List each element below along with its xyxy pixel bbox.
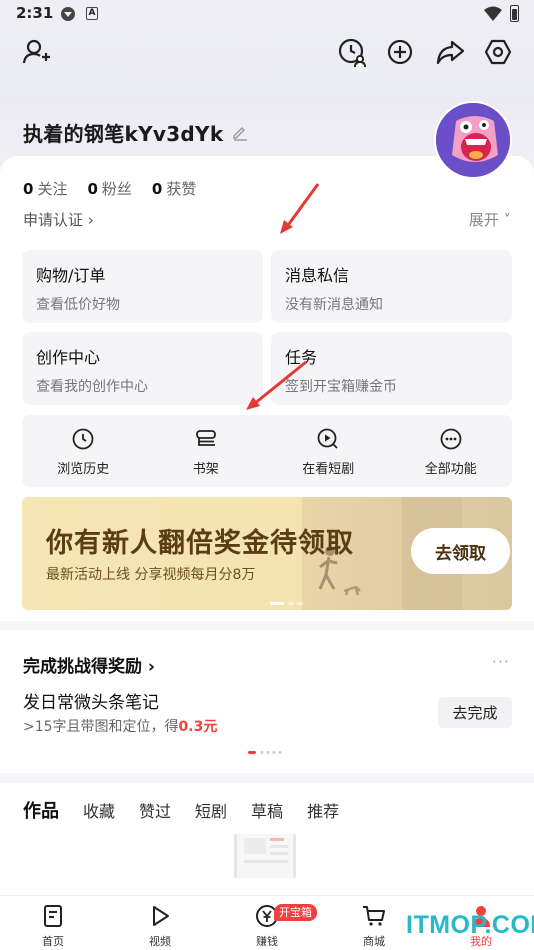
messages-sub: 没有新消息通知 bbox=[285, 297, 383, 313]
site-watermark: ITMOP.COM bbox=[406, 911, 534, 939]
status-app-icon bbox=[61, 7, 75, 21]
stat-following-count: 0 bbox=[23, 180, 34, 198]
works-tabs: 作品 收藏 赞过 短剧 草稿 推荐 bbox=[23, 798, 363, 823]
cart-icon bbox=[363, 906, 385, 926]
expand-button[interactable]: 展开 ˅ bbox=[469, 209, 511, 230]
bookshelf-icon bbox=[195, 430, 216, 446]
empty-document-icon bbox=[234, 834, 296, 878]
plus-circle-icon[interactable] bbox=[384, 36, 416, 68]
username-row[interactable]: 执着的钢笔kYv3dYk bbox=[23, 118, 249, 146]
stat-fans-count: 0 bbox=[87, 180, 98, 198]
tab-favorites[interactable]: 收藏 bbox=[83, 798, 115, 823]
shopping-orders-title: 购物/订单 bbox=[36, 266, 106, 285]
tab-recommend[interactable]: 推荐 bbox=[307, 798, 339, 823]
battery-icon bbox=[510, 5, 519, 22]
new-user-bonus-banner[interactable]: 你有新人翻倍奖金待领取 最新活动上线 分享视频每月分8万 去领取 bbox=[22, 497, 512, 610]
challenge-reward: 0.3元 bbox=[178, 719, 218, 735]
watching-dramas-label: 在看短剧 bbox=[302, 462, 355, 477]
wifi-icon bbox=[484, 6, 502, 21]
tab-works[interactable]: 作品 bbox=[23, 797, 59, 823]
play-search-icon bbox=[317, 428, 338, 449]
status-a-icon: A bbox=[86, 7, 98, 20]
annotation-arrow-1 bbox=[280, 183, 320, 234]
clock-icon bbox=[72, 428, 94, 450]
challenge-page-indicator bbox=[248, 751, 282, 754]
nav-home[interactable]: 首页 bbox=[23, 903, 83, 949]
history-user-icon[interactable] bbox=[336, 36, 368, 68]
bookshelf-button[interactable]: 书架 bbox=[145, 415, 268, 487]
stat-following[interactable]: 0 关注 bbox=[23, 178, 67, 199]
stat-likes-count: 0 bbox=[151, 180, 163, 198]
shopping-orders-card[interactable]: 购物/订单 查看低价好物 bbox=[22, 250, 263, 323]
stat-likes[interactable]: 0 获赞 bbox=[152, 178, 196, 199]
challenge-title[interactable]: 完成挑战得奖励 › bbox=[23, 652, 155, 677]
messages-card[interactable]: 消息私信 没有新消息通知 bbox=[271, 250, 512, 323]
tasks-sub: 签到开宝箱赚金币 bbox=[285, 379, 397, 395]
more-circle-icon bbox=[440, 428, 462, 450]
stat-fans-label: 粉丝 bbox=[101, 180, 132, 198]
add-friend-icon[interactable] bbox=[20, 36, 52, 68]
watching-dramas-button[interactable]: 在看短剧 bbox=[267, 415, 390, 487]
stat-following-label: 关注 bbox=[37, 180, 68, 198]
creator-center-sub: 查看我的创作中心 bbox=[36, 379, 148, 395]
tab-drafts[interactable]: 草稿 bbox=[251, 798, 283, 823]
nav-earn-label: 赚钱 bbox=[256, 935, 278, 948]
quick-functions-row: 浏览历史 书架 在看短剧 全部功能 bbox=[22, 415, 512, 487]
home-doc-icon bbox=[44, 905, 62, 927]
status-time: 2:31 bbox=[16, 4, 54, 22]
profile-stats: 0 关注 0 粉丝 0 获赞 bbox=[23, 178, 216, 199]
edit-icon[interactable] bbox=[231, 123, 249, 141]
apply-verification-link[interactable]: 申请认证 › bbox=[23, 209, 94, 230]
claim-bonus-button[interactable]: 去领取 bbox=[411, 528, 510, 574]
banner-title: 你有新人翻倍奖金待领取 bbox=[46, 528, 354, 559]
nav-video[interactable]: 视频 bbox=[130, 903, 190, 949]
banner-subtitle: 最新活动上线 分享视频每月分8万 bbox=[46, 567, 256, 583]
creator-center-card[interactable]: 创作中心 查看我的创作中心 bbox=[22, 332, 263, 405]
username: 执着的钢笔kYv3dYk bbox=[23, 121, 224, 146]
nav-video-label: 视频 bbox=[149, 935, 171, 948]
bookshelf-label: 书架 bbox=[192, 462, 219, 477]
status-bar: 2:31 A bbox=[0, 0, 534, 28]
all-functions-button[interactable]: 全部功能 bbox=[390, 415, 513, 487]
tasks-title: 任务 bbox=[285, 348, 318, 367]
browse-history-button[interactable]: 浏览历史 bbox=[22, 415, 145, 487]
treasure-box-badge: 开宝箱 bbox=[274, 904, 317, 921]
banner-page-indicator bbox=[270, 602, 303, 605]
browse-history-label: 浏览历史 bbox=[57, 462, 110, 477]
complete-task-button[interactable]: 去完成 bbox=[438, 697, 512, 728]
shopping-orders-sub: 查看低价好物 bbox=[36, 297, 120, 313]
challenge-more-icon[interactable]: ··· bbox=[492, 652, 510, 671]
annotation-arrow-2 bbox=[246, 360, 307, 410]
share-icon[interactable] bbox=[434, 36, 466, 68]
tab-liked[interactable]: 赞过 bbox=[139, 798, 171, 823]
messages-title: 消息私信 bbox=[285, 266, 350, 285]
challenge-task-desc: >15字且带图和定位，得0.3元 bbox=[23, 716, 217, 736]
video-play-icon bbox=[153, 906, 169, 926]
creator-center-title: 创作中心 bbox=[36, 348, 101, 367]
challenge-desc-text: >15字且带图和定位，得 bbox=[23, 719, 179, 735]
nav-mall[interactable]: 商城 bbox=[344, 903, 404, 949]
challenge-task-title: 发日常微头条笔记 bbox=[23, 693, 159, 713]
stat-fans[interactable]: 0 粉丝 bbox=[87, 178, 131, 199]
nav-home-label: 首页 bbox=[42, 935, 64, 948]
settings-icon[interactable] bbox=[482, 36, 514, 68]
avatar[interactable] bbox=[434, 101, 512, 179]
all-functions-label: 全部功能 bbox=[424, 462, 477, 477]
stat-likes-label: 获赞 bbox=[166, 180, 197, 198]
tab-short-dramas[interactable]: 短剧 bbox=[195, 798, 227, 823]
nav-mall-label: 商城 bbox=[363, 935, 385, 948]
